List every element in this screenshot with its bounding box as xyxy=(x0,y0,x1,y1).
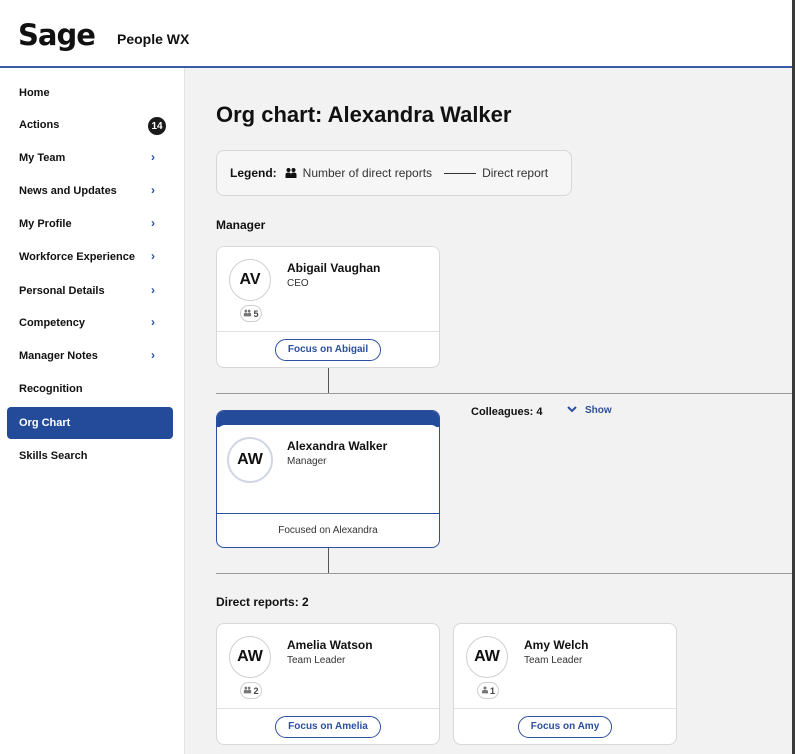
divider-line xyxy=(216,573,792,574)
focus-on-amy-button[interactable]: Focus on Amy xyxy=(517,715,613,738)
sidebar-item-label: News and Updates xyxy=(19,185,117,197)
chevron-right-icon: › xyxy=(151,183,155,197)
person-name: Amy Welch xyxy=(524,638,589,652)
show-label: Show xyxy=(585,405,612,416)
sidebar-item-label: Competency xyxy=(19,317,86,329)
avatar: AW xyxy=(227,437,273,483)
avatar: AV xyxy=(229,259,271,301)
sidebar-item-news-and-updates[interactable]: News and Updates › xyxy=(7,175,173,207)
sidebar-item-skills-search[interactable]: Skills Search xyxy=(7,440,173,472)
sidebar-nav: Home Actions 14 My Team › News and Updat… xyxy=(0,68,185,754)
app-window: Sage People WX Home Actions 14 My Team ›… xyxy=(0,0,792,754)
direct-report-card: AW 2 Amelia Watson Team Leader Focus on … xyxy=(216,623,440,745)
connector-line xyxy=(328,368,329,394)
focus-on-amelia-button[interactable]: Focus on Amelia xyxy=(275,715,381,738)
chevron-right-icon: › xyxy=(151,348,155,362)
chevron-right-icon: › xyxy=(151,150,155,164)
actions-count-badge: 14 xyxy=(148,117,166,135)
divider-line xyxy=(216,393,792,394)
person-role: Manager xyxy=(287,456,327,467)
sidebar-item-label: Actions xyxy=(19,119,60,131)
person-role: CEO xyxy=(287,278,309,289)
reports-count-value: 1 xyxy=(489,685,495,696)
sidebar-item-competency[interactable]: Competency › xyxy=(7,307,173,339)
direct-report-card: AW 1 Amy Welch Team Leader Focus on Amy xyxy=(453,623,677,745)
legend-reports-text: Number of direct reports xyxy=(302,166,433,180)
colleagues-count: Colleagues: 4 xyxy=(471,406,543,418)
card-footer: Focus on Abigail xyxy=(217,331,439,367)
legend-label: Legend: xyxy=(230,166,277,180)
people-icon xyxy=(243,686,253,696)
avatar: AW xyxy=(229,636,271,678)
show-colleagues-toggle[interactable]: Show xyxy=(567,405,612,416)
card-footer: Focus on Amelia xyxy=(217,708,439,744)
direct-reports-count: 2 xyxy=(240,682,262,699)
manager-section-label: Manager xyxy=(216,218,266,232)
person-name: Amelia Watson xyxy=(287,638,373,652)
card-footer: Focus on Amy xyxy=(454,708,676,744)
direct-reports-count: 1 xyxy=(477,682,499,699)
chevron-right-icon: › xyxy=(151,249,155,263)
direct-reports-count: 5 xyxy=(240,305,262,322)
sidebar-item-personal-details[interactable]: Personal Details › xyxy=(7,275,173,307)
sidebar-item-actions[interactable]: Actions 14 xyxy=(7,109,173,141)
sidebar-item-label: Recognition xyxy=(19,383,83,395)
person-name: Abigail Vaughan xyxy=(287,261,381,275)
manager-card: AV 5 Abigail Vaughan CEO Focus on Abigai… xyxy=(216,246,440,368)
sidebar-item-label: Org Chart xyxy=(19,417,71,429)
sidebar-item-label: Home xyxy=(19,87,50,99)
product-name: People WX xyxy=(117,31,190,47)
chevron-right-icon: › xyxy=(151,283,155,297)
person-role: Team Leader xyxy=(524,655,583,666)
sidebar-item-label: Workforce Experience xyxy=(19,251,135,263)
reports-count-value: 5 xyxy=(253,308,259,319)
focused-card-body: AW Alexandra Walker Manager xyxy=(217,425,439,511)
sidebar-item-workforce-experience[interactable]: Workforce Experience › xyxy=(7,241,173,273)
sidebar-item-label: My Profile xyxy=(19,218,72,230)
reports-count-value: 2 xyxy=(253,685,259,696)
sidebar-item-my-team[interactable]: My Team › xyxy=(7,142,173,174)
focused-person-card: AW Alexandra Walker Manager Focused on A… xyxy=(216,410,440,548)
people-icon xyxy=(243,309,253,319)
people-icon xyxy=(285,167,297,179)
person-name: Alexandra Walker xyxy=(287,439,388,453)
sidebar-item-org-chart[interactable]: Org Chart xyxy=(7,407,173,439)
focus-on-abigail-button[interactable]: Focus on Abigail xyxy=(274,338,382,361)
chevron-down-icon xyxy=(567,405,585,416)
sidebar-item-label: Manager Notes xyxy=(19,350,98,362)
person-role: Team Leader xyxy=(287,655,346,666)
sidebar-item-my-profile[interactable]: My Profile › xyxy=(7,208,173,240)
sidebar-item-label: Skills Search xyxy=(19,450,88,462)
sidebar-item-manager-notes[interactable]: Manager Notes › xyxy=(7,340,173,372)
top-bar: Sage People WX xyxy=(0,0,792,68)
chevron-right-icon: › xyxy=(151,315,155,329)
legend-box: Legend: Number of direct reports Direct … xyxy=(216,150,572,196)
sidebar-item-label: My Team xyxy=(19,152,66,164)
main-content: Org chart: Alexandra Walker Legend: Numb… xyxy=(185,68,792,754)
focused-footer: Focused on Alexandra xyxy=(217,513,439,547)
sidebar-item-label: Personal Details xyxy=(19,285,105,297)
chevron-right-icon: › xyxy=(151,216,155,230)
sidebar-item-recognition[interactable]: Recognition xyxy=(7,373,173,405)
connector-line xyxy=(328,548,329,574)
person-icon xyxy=(481,685,490,696)
sidebar-item-home[interactable]: Home xyxy=(7,77,173,109)
sage-logo[interactable]: Sage xyxy=(18,18,96,52)
avatar: AW xyxy=(466,636,508,678)
legend-direct-text: Direct report xyxy=(482,166,549,180)
direct-report-line-icon xyxy=(444,172,477,174)
direct-reports-section-label: Direct reports: 2 xyxy=(216,595,309,609)
page-title: Org chart: Alexandra Walker xyxy=(216,102,512,127)
